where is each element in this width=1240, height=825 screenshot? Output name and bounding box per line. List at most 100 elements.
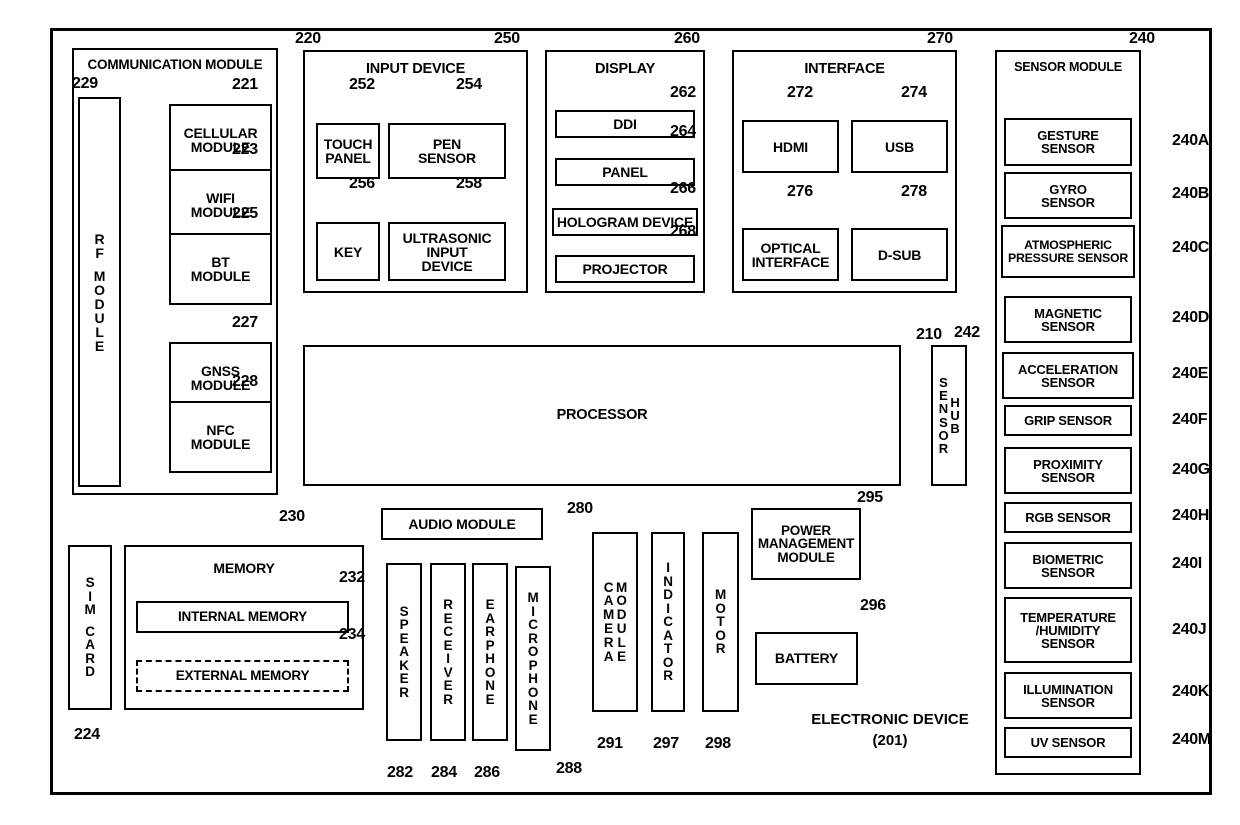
audio-module-box[interactable]: AUDIO MODULE (381, 508, 543, 540)
sim-letter: M (84, 602, 96, 618)
pmm-label: POWER (780, 522, 831, 538)
ref-250: 250 (494, 30, 520, 47)
motor-letter: O (715, 627, 726, 643)
bt-module-box[interactable]: BT MODULE (169, 233, 272, 305)
rf-letter: O (94, 281, 105, 298)
hub-letter: B (950, 421, 960, 437)
sensor-label2: SENSOR (1041, 564, 1095, 580)
sensor-label: ATMOSPHERIC (1024, 238, 1112, 253)
speaker-letter: E (399, 671, 409, 687)
microphone-letter: O (527, 684, 539, 700)
gyro-sensor-box[interactable]: GYRO SENSOR (1004, 172, 1132, 219)
proximity-sensor-box[interactable]: PROXIMITY SENSOR (1004, 447, 1132, 494)
communication-module-title: COMMUNICATION MODULE (87, 57, 263, 72)
d-sub-box[interactable]: D-SUB (851, 228, 948, 281)
sim-card-box[interactable]: S I M C A R D (68, 545, 112, 710)
temperature-humidity-sensor-box[interactable]: TEMPERATURE /HUMIDITY SENSOR (1004, 597, 1132, 663)
speaker-letter: E (399, 630, 409, 646)
sensor-label: UV SENSOR (1030, 735, 1106, 750)
ref-210: 210 (916, 326, 942, 343)
gesture-sensor-box[interactable]: GESTURE SENSOR (1004, 118, 1132, 166)
usb-box[interactable]: USB (851, 120, 948, 173)
input-device-title: INPUT DEVICE (365, 61, 466, 77)
motor-letter: R (715, 641, 726, 657)
camera-letter: M (616, 579, 628, 595)
ref-232: 232 (339, 569, 365, 586)
camera-module-box[interactable]: C A M E R A M O D U L E (592, 532, 638, 712)
indicator-letter: T (663, 641, 673, 657)
grip-sensor-box[interactable]: GRIP SENSOR (1004, 405, 1132, 436)
nfc-module-box[interactable]: NFC MODULE (169, 401, 272, 473)
ref-280: 280 (567, 500, 593, 517)
panel-label: PANEL (602, 163, 648, 180)
pmm-label2: MANAGEMENT (757, 536, 855, 552)
speaker-letter: K (399, 657, 409, 673)
rf-module-box[interactable]: R F M O D U L E (78, 97, 121, 487)
camera-letter: E (604, 621, 613, 636)
sim-letter: C (85, 623, 95, 639)
motor-letter: T (716, 614, 725, 630)
microphone-box[interactable]: M I C R O P H O N E (515, 566, 551, 751)
camera-letter: A (603, 648, 614, 664)
hdmi-label: HDMI (773, 138, 808, 155)
power-management-module-box[interactable]: POWER MANAGEMENT MODULE (751, 508, 861, 580)
acceleration-sensor-box[interactable]: ACCELERATION SENSOR (1002, 352, 1134, 399)
microphone-letter: H (528, 671, 538, 686)
hub-letter: E (939, 388, 948, 403)
ref-240J: 240J (1172, 621, 1207, 638)
biometric-sensor-box[interactable]: BIOMETRIC SENSOR (1004, 542, 1132, 589)
speaker-box[interactable]: S P E A K E R (386, 563, 422, 741)
hub-letter: S (939, 374, 948, 390)
rgb-sensor-box[interactable]: RGB SENSOR (1004, 502, 1132, 533)
sensor-hub-box[interactable]: S E N S O R H U B (931, 345, 967, 486)
camera-letter: R (603, 634, 614, 650)
indicator-box[interactable]: I N D I C A T O R (651, 532, 685, 712)
motor-box[interactable]: M O T O R (702, 532, 739, 712)
optical-interface-box[interactable]: OPTICAL INTERFACE (742, 228, 839, 281)
projector-box[interactable]: PROJECTOR (555, 255, 695, 283)
sensor-label: RGB SENSOR (1025, 510, 1111, 525)
indicator-letter: D (663, 587, 673, 603)
ref-228: 228 (232, 373, 258, 390)
cellular-module-box[interactable]: CELLULAR MODULE (169, 104, 272, 176)
sensor-label2: SENSOR (1041, 374, 1095, 390)
ref-234: 234 (339, 626, 365, 643)
hdmi-box[interactable]: HDMI (742, 120, 839, 173)
internal-memory-label: INTERNAL MEMORY (177, 609, 307, 625)
battery-box[interactable]: BATTERY (755, 632, 858, 685)
pen-sensor-box[interactable]: PEN SENSOR (388, 123, 506, 179)
uv-sensor-box[interactable]: UV SENSOR (1004, 727, 1132, 758)
ref-264: 264 (670, 123, 696, 140)
processor-label: PROCESSOR (556, 407, 648, 424)
sensor-hub-col1: S E N S O R (938, 374, 948, 455)
atmospheric-pressure-sensor-box[interactable]: ATMOSPHERIC PRESSURE SENSOR (1001, 225, 1135, 278)
ref-221: 221 (232, 76, 258, 93)
earphone-box[interactable]: E A R P H O N E (472, 563, 508, 741)
illumination-sensor-box[interactable]: ILLUMINATION SENSOR (1004, 672, 1132, 719)
optical-interface-label: OPTICAL (760, 239, 821, 256)
ref-291: 291 (597, 735, 623, 752)
touch-panel-label: TOUCH (323, 136, 373, 152)
ref-276: 276 (787, 183, 813, 200)
processor-box[interactable]: PROCESSOR (303, 345, 901, 486)
ref-240D: 240D (1172, 309, 1210, 326)
ref-225: 225 (232, 205, 258, 222)
microphone-letter: R (528, 630, 538, 646)
internal-memory-box[interactable]: INTERNAL MEMORY (136, 601, 349, 633)
ref-240B: 240B (1172, 185, 1210, 202)
rf-letter: E (94, 337, 105, 354)
camera-letter: E (617, 648, 626, 664)
rf-letter: R (94, 230, 105, 247)
key-box[interactable]: KEY (316, 222, 380, 281)
sim-letter: S (85, 575, 95, 591)
receiver-box[interactable]: R E C E I V E R (430, 563, 466, 741)
figure-canvas: COMMUNICATION MODULE R F M O D U L E CEL… (0, 0, 1240, 825)
ref-223: 223 (232, 141, 258, 158)
magnetic-sensor-box[interactable]: MAGNETIC SENSOR (1004, 296, 1132, 343)
touch-panel-label2: PANEL (325, 150, 371, 166)
ultrasonic-input-device-box[interactable]: ULTRASONIC INPUT DEVICE (388, 222, 506, 281)
sensor-label: MAGNETIC (1034, 305, 1102, 321)
external-memory-box[interactable]: EXTERNAL MEMORY (136, 660, 349, 692)
ref-240G: 240G (1172, 461, 1210, 478)
touch-panel-box[interactable]: TOUCH PANEL (316, 123, 380, 179)
